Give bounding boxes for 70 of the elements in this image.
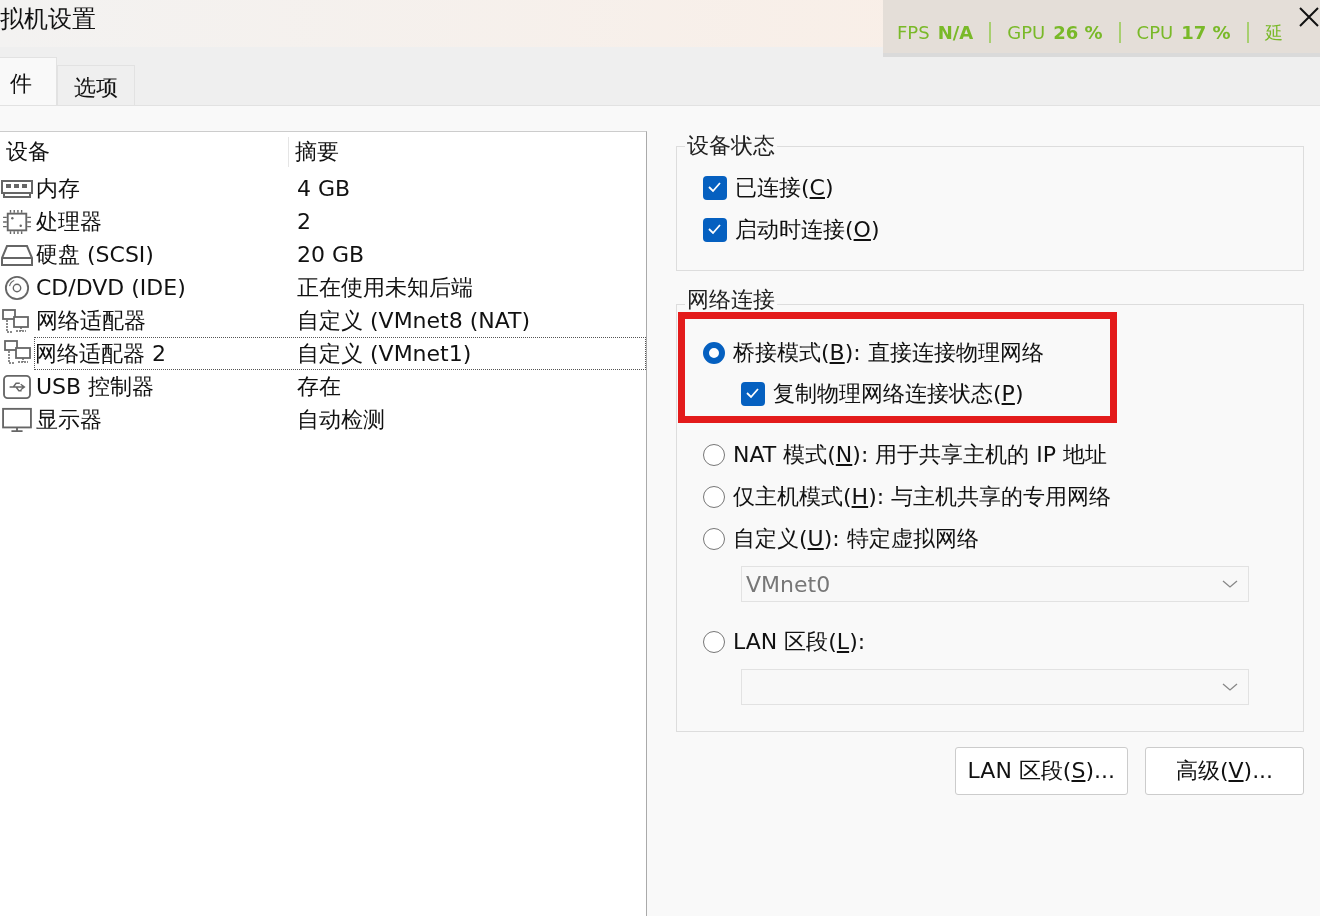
- dialog-button[interactable]: LAN 区段(S)...: [954, 747, 1128, 795]
- column-header[interactable]: 摘要: [289, 137, 339, 167]
- device-summary: 自定义 (VMnet1): [296, 339, 472, 368]
- chevron-icon: [1222, 682, 1238, 692]
- checkbox[interactable]: [703, 176, 727, 200]
- radio-button[interactable]: [703, 486, 725, 508]
- device-row[interactable]: 显示器 自动检测: [0, 403, 646, 436]
- radio-button[interactable]: [703, 342, 725, 364]
- checkbox-option[interactable]: 复制物理网络连接状态(P): [741, 374, 1024, 414]
- device-name: USB 控制器: [36, 372, 155, 401]
- metric-value: 26 %: [1053, 22, 1103, 43]
- group-title: 网络连接: [686, 286, 776, 314]
- radio-option[interactable]: NAT 模式(N): 用于共享主机的 IP 地址: [703, 434, 1277, 476]
- radio-button[interactable]: [703, 444, 725, 466]
- window-title: 拟机设置: [0, 3, 96, 35]
- checkbox-label[interactable]: 启动时连接(O): [735, 215, 880, 245]
- device-summary: 存在: [296, 372, 341, 401]
- metric-name: GPU: [1007, 22, 1046, 43]
- radio-label[interactable]: LAN 区段(L):: [733, 627, 866, 657]
- device-name: CD/DVD (IDE): [36, 275, 186, 300]
- checkbox-option[interactable]: 启动时连接(O): [703, 209, 1277, 251]
- radio-button[interactable]: [703, 631, 725, 653]
- radio-option[interactable]: 自定义(U): 特定虚拟网络: [703, 518, 1277, 560]
- device-name: 显示器: [36, 405, 102, 434]
- radio-button[interactable]: [703, 528, 725, 550]
- close-icon[interactable]: [1298, 6, 1320, 28]
- metric-name: FPS: [897, 22, 930, 43]
- device-summary: 自定义 (VMnet8 (NAT): [296, 306, 531, 335]
- device-name: 内存: [36, 174, 80, 203]
- checkbox[interactable]: [741, 382, 765, 406]
- device-name: 硬盘 (SCSI): [36, 240, 154, 269]
- device-row[interactable]: 网络适配器 2 自定义 (VMnet1): [34, 337, 646, 370]
- usb-icon: [1, 373, 33, 400]
- chip-icon: [1, 208, 33, 235]
- group-title: 设备状态: [686, 132, 776, 160]
- device-row[interactable]: 处理器 2: [0, 205, 646, 238]
- metric-name: 延: [1264, 20, 1283, 45]
- tab[interactable]: 件: [0, 57, 57, 105]
- dialog-button[interactable]: 高级(V)...: [1145, 747, 1304, 795]
- radio-label[interactable]: NAT 模式(N): 用于共享主机的 IP 地址: [733, 440, 1108, 470]
- device-summary: 正在使用未知后端: [296, 273, 473, 302]
- checkbox-option[interactable]: 已连接(C): [703, 167, 1277, 209]
- metric-value: N/A: [937, 22, 974, 43]
- column-header[interactable]: 设备: [0, 137, 289, 167]
- radio-label[interactable]: 仅主机模式(H): 与主机共享的专用网络: [733, 482, 1112, 512]
- radio-option[interactable]: 桥接模式(B): 直接连接物理网络: [703, 332, 1277, 374]
- device-name: 网络适配器 2: [35, 339, 166, 368]
- tab[interactable]: 选项: [57, 65, 135, 105]
- device-summary: 20 GB: [296, 242, 365, 267]
- checkbox-label[interactable]: 复制物理网络连接状态(P): [773, 379, 1024, 409]
- radio-label[interactable]: 桥接模式(B): 直接连接物理网络: [733, 338, 1044, 368]
- chevron-icon: [1222, 579, 1238, 589]
- metric-value: 17 %: [1181, 22, 1231, 43]
- device-summary: 自动检测: [296, 405, 385, 434]
- device-name: 网络适配器: [36, 306, 146, 335]
- device-row[interactable]: 网络适配器 自定义 (VMnet8 (NAT): [0, 304, 646, 337]
- device-row[interactable]: 内存 4 GB: [0, 172, 646, 205]
- device-row[interactable]: USB 控制器 存在: [0, 370, 646, 403]
- device-row[interactable]: 硬盘 (SCSI) 20 GB: [0, 238, 646, 271]
- radio-option[interactable]: 仅主机模式(H): 与主机共享的专用网络: [703, 476, 1277, 518]
- monitor-icon: [1, 406, 33, 433]
- checkbox[interactable]: [703, 218, 727, 242]
- device-row[interactable]: CD/DVD (IDE) 正在使用未知后端: [0, 271, 646, 304]
- metric-name: CPU: [1136, 22, 1174, 43]
- radio-label[interactable]: 自定义(U): 特定虚拟网络: [733, 524, 979, 554]
- checkbox-label[interactable]: 已连接(C): [735, 173, 834, 203]
- device-summary: 4 GB: [296, 176, 351, 201]
- device-summary: 2: [296, 209, 311, 234]
- device-name: 处理器: [36, 207, 102, 236]
- radio-option[interactable]: LAN 区段(L):: [703, 621, 1277, 663]
